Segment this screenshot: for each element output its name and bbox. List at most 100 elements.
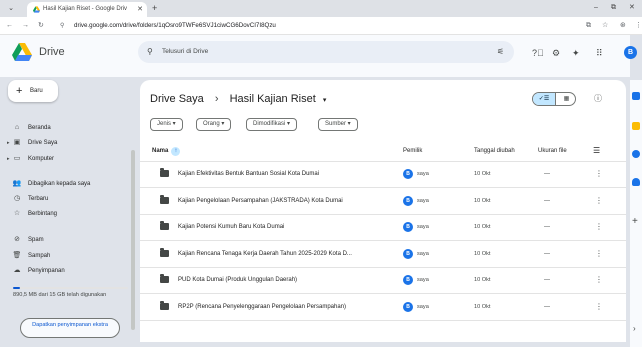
close-window-icon[interactable]: ✕ [629,3,635,13]
sidebar-item-my-drive[interactable]: ▸ ▣ Drive Saya [7,137,128,149]
filter-modified-chip[interactable]: Dimodifikasi ▾ [246,118,298,131]
table-row[interactable]: Kajian Pengelolaan Persampahan (JAKSTRAD… [140,189,626,215]
modified-date: 10 Okt [474,250,491,257]
sidebar-item-starred[interactable]: ☆ Berbintang [12,208,128,220]
site-info-icon[interactable]: ⚲ [60,20,64,32]
omnibox[interactable]: ⚲ drive.google.com/drive/folders/1qOsro9… [56,19,616,33]
new-button[interactable]: + Baru [8,80,58,102]
account-avatar[interactable]: B [624,46,637,59]
search-bar[interactable]: ⚲ ⚟ [138,41,514,63]
folder-icon [160,247,169,257]
column-modified-header[interactable]: Tanggal diubah [474,146,515,156]
sort-arrow-icon[interactable]: ↑ [171,147,181,156]
list-view-icon[interactable]: ✓☰ [533,93,555,105]
owner-name: saya [417,224,429,230]
column-name-header[interactable]: Nama ↑ [152,146,181,156]
browser-tab[interactable]: Hasil Kajian Riset - Google Driv ✕ [27,2,147,17]
search-options-icon[interactable]: ⚟ [497,46,504,58]
filter-source-chip[interactable]: Sumber ▾ [318,118,358,131]
drive-logo-icon[interactable] [12,43,32,61]
sort-options-icon[interactable]: ☰ [593,146,600,156]
address-bar: ← → ↻ ⚲ drive.google.com/drive/folders/1… [0,17,642,35]
folder-icon [160,300,169,310]
file-name[interactable]: Kajian Efektivitas Bentuk Bantuan Sosial… [178,169,319,179]
column-size-header[interactable]: Ukuran file [538,146,567,156]
sidebar-item-label: Spam [28,237,44,243]
info-icon[interactable]: ⓘ [594,93,602,105]
expand-caret-icon[interactable]: ▸ [7,137,10,149]
search-icon[interactable]: ⚲ [147,46,153,58]
settings-gear-icon[interactable]: ⚙ [552,47,560,59]
hide-panel-chevron-icon[interactable]: › [633,324,636,334]
tab-search-icon[interactable]: ⌄ [5,3,17,14]
tab-close-icon[interactable]: ✕ [137,5,143,14]
sidebar-item-recent[interactable]: ◷ Terbaru [12,193,128,205]
sidebar-item-trash[interactable]: 🗑 Sampah [12,250,128,262]
bookmark-star-icon[interactable]: ☆ [602,20,608,32]
get-more-storage-button[interactable]: Dapatkan penyimpanan ekstra [20,318,120,338]
file-name[interactable]: Kajian Rencana Tenaga Kerja Daerah Tahun… [178,249,352,259]
browser-menu-icon[interactable]: ⋮ [635,20,642,32]
browser-tab-bar: ⌄ Hasil Kajian Riset - Google Driv ✕ + –… [0,0,642,17]
calendar-icon[interactable] [632,92,640,100]
table-row[interactable]: RP2P (Rencana Penyelenggaraan Pengelolaa… [140,295,626,321]
sidebar-item-computers[interactable]: ▸ ▭ Komputer [7,153,128,165]
minimize-icon[interactable]: – [594,3,598,13]
computer-icon: ▭ [13,155,21,162]
new-tab-button[interactable]: + [152,3,157,13]
table-row[interactable]: Kajian Potensi Kumuh Baru Kota Dumai Bsay… [140,215,626,241]
reload-icon[interactable]: ↻ [38,20,44,32]
sidebar-item-shared[interactable]: 👥 Dibagikan kepada saya [12,178,128,190]
search-input[interactable] [162,46,462,58]
more-actions-icon[interactable]: ⋮ [595,169,603,179]
owner-name: saya [417,171,429,177]
owner-name: saya [417,303,429,310]
sidebar-item-label: Beranda [28,125,51,131]
file-name[interactable]: Kajian Potensi Kumuh Baru Kota Dumai [178,222,284,232]
url-text[interactable]: drive.google.com/drive/folders/1qOsro9TW… [74,20,276,32]
filter-type-chip[interactable]: Jenis ▾ [150,118,183,131]
file-size: — [544,250,550,257]
more-actions-icon[interactable]: ⋮ [595,249,603,259]
main-content: Drive Saya › Hasil Kajian Riset ▾ ✓☰ ▦ ⓘ… [140,80,626,342]
breadcrumb-root[interactable]: Drive Saya [150,93,204,105]
owner-avatar: B [403,275,413,285]
help-icon[interactable]: ?⃝ [532,47,544,59]
app-name[interactable]: Drive [39,46,65,58]
filter-people-chip[interactable]: Orang ▾ [196,118,232,131]
extension-icon[interactable]: ⊛ [620,20,626,32]
install-app-icon[interactable]: ⧉ [586,20,591,32]
more-actions-icon[interactable]: ⋮ [595,196,603,206]
table-row[interactable]: Kajian Rencana Tenaga Kerja Daerah Tahun… [140,242,626,268]
apps-grid-icon[interactable]: ⠿ [596,47,603,59]
sidebar-item-spam[interactable]: ⊘ Spam [12,234,128,246]
folder-menu-caret-icon[interactable]: ▾ [323,97,327,104]
gemini-spark-icon[interactable]: ✦ [572,47,580,59]
back-icon[interactable]: ← [6,20,13,32]
drive-header: Drive ⚲ ⚟ ?⃝ ⚙ ✦ ⠿ B [0,35,637,77]
sidebar-item-storage[interactable]: ☁ Penyimpanan [12,265,128,277]
expand-caret-icon[interactable]: ▸ [7,153,10,165]
contacts-icon[interactable] [632,178,640,186]
file-name[interactable]: PUD Kota Dumai (Produk Unggulan Daerah) [178,275,297,285]
storage-bar [13,287,128,289]
keep-icon[interactable] [632,122,640,130]
more-actions-icon[interactable]: ⋮ [595,302,603,312]
breadcrumb-current[interactable]: Hasil Kajian Riset [230,93,316,105]
grid-view-icon[interactable]: ▦ [555,93,575,105]
owner-avatar: B [403,169,413,179]
sidebar-scrollbar[interactable] [131,150,135,330]
side-panel: + › [630,80,642,347]
file-name[interactable]: Kajian Pengelolaan Persampahan (JAKSTRAD… [178,196,343,206]
add-addon-icon[interactable]: + [632,217,638,227]
column-owner-header[interactable]: Pemilik [403,146,422,156]
table-row[interactable]: PUD Kota Dumai (Produk Unggulan Daerah) B… [140,268,626,294]
tasks-icon[interactable] [632,150,640,158]
forward-icon[interactable]: → [22,20,29,32]
sidebar-item-home[interactable]: ⌂ Beranda [12,122,128,134]
more-actions-icon[interactable]: ⋮ [595,222,603,232]
more-actions-icon[interactable]: ⋮ [595,275,603,285]
restore-icon[interactable]: ⧉ [611,3,616,13]
table-row[interactable]: Kajian Efektivitas Bentuk Bantuan Sosial… [140,162,626,188]
file-name[interactable]: RP2P (Rencana Penyelenggaraan Pengelolaa… [178,302,346,312]
